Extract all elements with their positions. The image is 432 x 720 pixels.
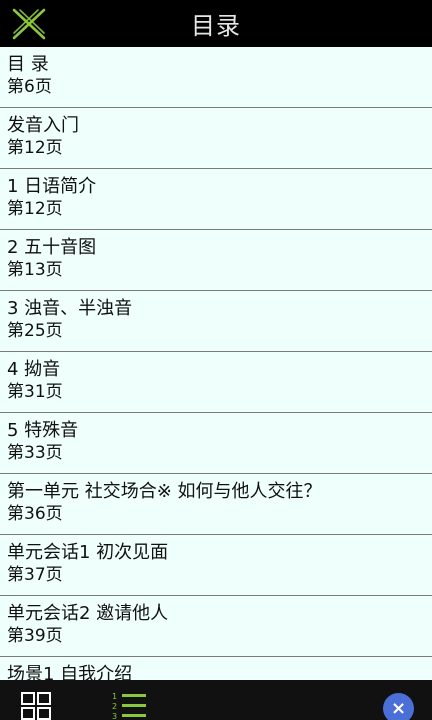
toc-item-title: 第一单元 社交场合※ 如何与他人交往？ <box>7 481 322 502</box>
toc-item-1[interactable]: 发音入门 第12页 <box>0 108 432 169</box>
toc-item-page: 第39页 <box>7 626 63 646</box>
list-number-2: 2 <box>112 702 117 711</box>
list-number-3: 3 <box>112 712 117 720</box>
toc-item-10[interactable]: 场景1 自我介绍 <box>0 657 432 680</box>
toc-item-title: 3 浊音、半浊音 <box>7 298 133 319</box>
toc-list-button[interactable]: 1 2 3 <box>110 690 148 720</box>
toc-item-6[interactable]: 5 特殊音 第33页 <box>0 413 432 474</box>
list-number-1: 1 <box>112 692 117 701</box>
toc-item-title: 发音入门 <box>7 115 79 136</box>
toc-item-title: 目 录 <box>7 54 49 75</box>
close-circle-icon: × <box>390 697 407 719</box>
toc-item-title: 单元会话2 邀请他人 <box>7 603 169 624</box>
toc-item-title: 2 五十音图 <box>7 237 97 258</box>
close-circle-button[interactable]: × <box>383 693 414 720</box>
toc-item-2[interactable]: 1 日语简介 第12页 <box>0 169 432 230</box>
numbered-list-icon: 1 2 3 <box>112 692 146 720</box>
toc-item-0[interactable]: 目 录 第6页 <box>0 47 432 108</box>
toc-item-page: 第13页 <box>7 260 63 280</box>
toc-item-title: 4 拗音 <box>7 359 61 380</box>
toc-item-8[interactable]: 单元会话1 初次见面 第37页 <box>0 535 432 596</box>
toc-item-page: 第12页 <box>7 199 63 219</box>
toc-item-title: 单元会话1 初次见面 <box>7 542 169 563</box>
toc-item-page: 第31页 <box>7 382 63 402</box>
toc-item-title: 1 日语简介 <box>7 176 97 197</box>
close-x-icon <box>12 8 46 40</box>
toc-item-page: 第36页 <box>7 504 63 524</box>
top-bar: 目录 <box>0 0 432 47</box>
toc-item-page: 第25页 <box>7 321 63 341</box>
grid-view-button[interactable] <box>20 692 52 720</box>
toc-item-4[interactable]: 3 浊音、半浊音 第25页 <box>0 291 432 352</box>
toc-item-5[interactable]: 4 拗音 第31页 <box>0 352 432 413</box>
grid-view-icon <box>21 692 51 720</box>
toc-item-7[interactable]: 第一单元 社交场合※ 如何与他人交往？ 第36页 <box>0 474 432 535</box>
close-button[interactable] <box>10 6 48 42</box>
bottom-toolbar: 1 2 3 × <box>0 680 432 720</box>
toc-item-3[interactable]: 2 五十音图 第13页 <box>0 230 432 291</box>
toc-item-9[interactable]: 单元会话2 邀请他人 第39页 <box>0 596 432 657</box>
toc-item-title: 场景1 自我介绍 <box>7 664 133 680</box>
toc-item-page: 第6页 <box>7 77 52 97</box>
toc-item-page: 第33页 <box>7 443 63 463</box>
toc-item-page: 第37页 <box>7 565 63 585</box>
toc-list[interactable]: 目 录 第6页 发音入门 第12页 1 日语简介 第12页 2 五十音图 第13… <box>0 47 432 680</box>
toc-item-page: 第12页 <box>7 138 63 158</box>
toc-item-title: 5 特殊音 <box>7 420 79 441</box>
page-title: 目录 <box>191 12 241 40</box>
